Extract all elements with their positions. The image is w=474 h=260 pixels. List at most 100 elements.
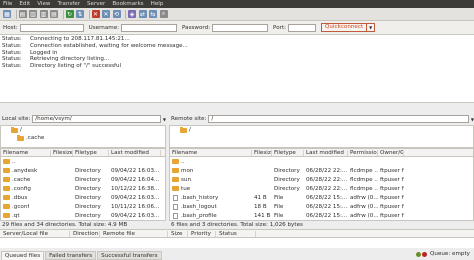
local-tree: / .cache: [0, 125, 166, 148]
refresh-icon[interactable]: ↻: [65, 10, 74, 18]
host-input[interactable]: [19, 23, 84, 32]
reconnect-icon[interactable]: ⟲: [112, 10, 121, 18]
chevron-down-icon: ▼: [369, 25, 373, 30]
menu-file[interactable]: File: [3, 1, 12, 7]
local-file-row[interactable]: .gconf Directory 10/11/22 16:06...: [1, 202, 165, 211]
compare-icon[interactable]: ⇄: [138, 10, 147, 18]
folder-icon: [3, 168, 10, 173]
remote-file-row[interactable]: tue Directory 06/28/22 22:... flcdmpe ... ft…: [170, 184, 473, 193]
remote-header-filesize[interactable]: Filesize: [252, 149, 272, 156]
remote-status: 6 files and 3 directories. Total size: 1…: [169, 221, 474, 229]
menu-view[interactable]: View: [37, 1, 50, 7]
local-tree-cache[interactable]: .cache: [11, 134, 165, 142]
toggle-queue-icon[interactable]: ▤: [50, 10, 58, 18]
tab-failed-transfers[interactable]: Failed transfers: [45, 251, 97, 260]
menu-bookmarks[interactable]: Bookmarks: [112, 1, 143, 7]
folder-icon: [180, 126, 187, 133]
username-input[interactable]: [121, 23, 178, 32]
local-file-row[interactable]: ..: [1, 157, 165, 166]
folder-icon: [172, 159, 179, 164]
remote-file-row[interactable]: .bash_logout 18 B File 06/28/22 15:... adfrw…: [170, 202, 473, 211]
log-message: Connection established, waiting for welc…: [30, 42, 188, 49]
remote-cell-type: File: [274, 203, 284, 210]
file-icon: [173, 212, 178, 219]
queue-header-server-local-file[interactable]: Server/Local file: [0, 230, 70, 237]
queue-header-direction[interactable]: Direction: [70, 230, 100, 237]
remote-header-last-modified[interactable]: Last modified: [304, 149, 348, 156]
remote-cell-modified: 06/28/22 15:...: [306, 194, 348, 201]
remote-file-row[interactable]: mon Directory 06/28/22 22:... flcdmpe ... ft…: [170, 166, 473, 175]
port-input[interactable]: [288, 23, 317, 32]
queue-header: Server/Local file Direction Remote file Siz…: [0, 229, 474, 238]
local-file-row[interactable]: .qt Directory 09/04/22 16:03...: [1, 211, 165, 220]
remote-cell-owner: ftpuser ftpuser: [380, 203, 404, 210]
remote-pane: Remote site: / ▼ / FilenameFilesizeFilet…: [169, 113, 474, 229]
tab-queued-files[interactable]: Queued files: [1, 251, 45, 260]
local-file-row[interactable]: .config Directory 10/12/22 16:38...: [1, 184, 165, 193]
menu-server[interactable]: Server: [87, 1, 105, 7]
tab-successful-transfers[interactable]: Successful transfers: [97, 251, 162, 260]
queue-header-priority[interactable]: Priority: [188, 230, 216, 237]
remote-cell-perm: adfrw (0...: [350, 194, 378, 201]
remote-cell-modified: 06/28/22 15:...: [306, 212, 348, 219]
chevron-down-icon[interactable]: ▼: [163, 117, 166, 122]
remote-path-input[interactable]: /: [208, 115, 469, 123]
local-cell-type: Directory: [75, 176, 101, 183]
toggle-log-icon[interactable]: ▤: [18, 10, 27, 18]
cancel-icon[interactable]: ✕: [91, 10, 100, 18]
toggle-remote-tree-icon[interactable]: ▥: [39, 10, 48, 18]
remote-cell-type: File: [274, 212, 284, 219]
local-cell-name: .gconf: [1, 204, 51, 210]
queue-header-status[interactable]: Status: [216, 230, 256, 237]
remote-tree-root[interactable]: /: [180, 126, 473, 134]
password-input[interactable]: [212, 23, 269, 32]
local-cell-type: Directory: [75, 185, 101, 192]
local-header-filesize[interactable]: Filesize: [51, 149, 73, 156]
local-header-filename[interactable]: Filename: [1, 149, 51, 156]
host-label: Host:: [3, 24, 18, 31]
remote-header-permission[interactable]: Permission: [348, 149, 378, 156]
queue-header-remote-file[interactable]: Remote file: [100, 230, 168, 237]
local-file-row[interactable]: .anydesk Directory 09/04/22 16:03...: [1, 166, 165, 175]
local-tree-root[interactable]: /: [11, 126, 165, 134]
remote-cell-name: .bash_history: [170, 194, 252, 201]
queue-header-size[interactable]: Size: [168, 230, 188, 237]
process-queue-icon[interactable]: ⇅: [76, 10, 84, 18]
local-path-input[interactable]: /home/vsym/: [32, 115, 161, 123]
menu-help[interactable]: Help: [151, 1, 164, 7]
toggle-tree-icon[interactable]: ▥: [29, 10, 37, 18]
remote-header-filetype[interactable]: Filetype: [272, 149, 304, 156]
file-icon: [173, 203, 178, 210]
toolbar: ▦ ▤ ▥ ▥ ▤ ↻ ⇅ ✕ ✕ ⟲ ◈ ⇄ ⇆ ⌕: [0, 8, 474, 21]
file-icon: [173, 194, 178, 201]
menu-transfer[interactable]: Transfer: [58, 1, 81, 7]
log-row: Status: Connection established, waiting f…: [2, 43, 472, 50]
quickconnect-button[interactable]: Quickconnect: [321, 23, 368, 32]
remote-file-row[interactable]: ..: [170, 157, 473, 166]
quickconnect-history-button[interactable]: ▼: [367, 23, 376, 32]
site-manager-icon[interactable]: ▦: [3, 10, 11, 18]
remote-file-row[interactable]: .bash_profile 141 B File 06/28/22 15:... adf…: [170, 211, 473, 220]
local-header-last-modified[interactable]: Last modified: [109, 149, 161, 156]
local-cell-modified: 10/12/22 16:38...: [111, 185, 160, 192]
remote-cell-name: tue: [170, 186, 252, 192]
remote-header-filename[interactable]: Filename: [170, 149, 252, 156]
remote-file-row[interactable]: sun Directory 06/28/22 22:... flcdmpe ... ft…: [170, 175, 473, 184]
local-file-row[interactable]: .cache Directory 09/04/22 16:04...: [1, 175, 165, 184]
local-list-header: Filename Filesize Filetype Last modified: [1, 149, 165, 157]
menu-edit[interactable]: Edit: [19, 1, 30, 7]
remote-header-owner-gro[interactable]: Owner/Gro: [378, 149, 404, 156]
search-icon[interactable]: ⌕: [159, 10, 168, 18]
sync-browse-icon[interactable]: ⇆: [149, 10, 157, 18]
remote-file-row[interactable]: .bash_history 41 B File 06/28/22 15:... adfr…: [170, 193, 473, 202]
toolbar-separator: [88, 9, 90, 19]
disconnect-icon[interactable]: ✕: [102, 10, 110, 18]
log-type: Status:: [2, 49, 22, 56]
local-header-filetype[interactable]: Filetype: [73, 149, 109, 156]
filter-icon[interactable]: ◈: [128, 10, 136, 18]
log-row: Status: Directory listing of "/" successf…: [2, 63, 472, 70]
toolbar-separator: [125, 9, 126, 19]
remote-cell-name: .bash_logout: [170, 203, 252, 210]
local-file-row[interactable]: .dbus Directory 09/04/22 16:03...: [1, 193, 165, 202]
folder-icon: [17, 134, 24, 141]
